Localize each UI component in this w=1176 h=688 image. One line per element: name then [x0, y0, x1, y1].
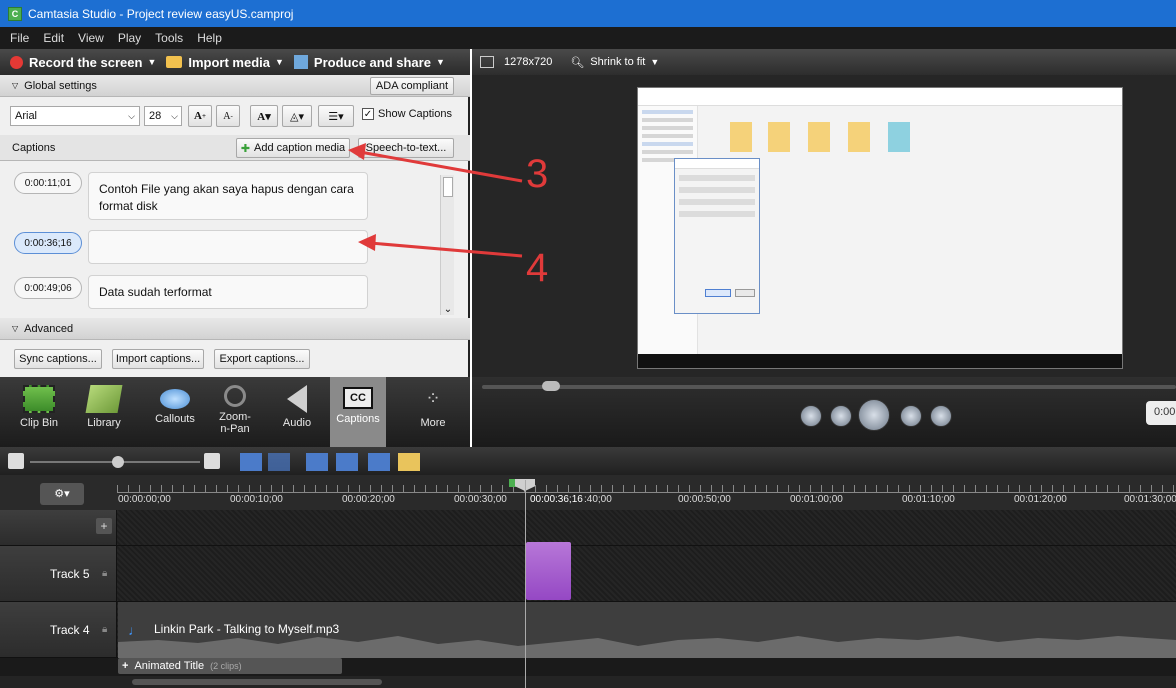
- arrow-3-head: [348, 143, 366, 160]
- arrow-3: [359, 150, 523, 183]
- arrow-4: [369, 241, 523, 258]
- arrow-4-head: [358, 234, 376, 251]
- annotation-3: 3: [526, 152, 549, 196]
- annotation-overlay: [348, 143, 523, 258]
- annotation-4: 4: [526, 246, 549, 290]
